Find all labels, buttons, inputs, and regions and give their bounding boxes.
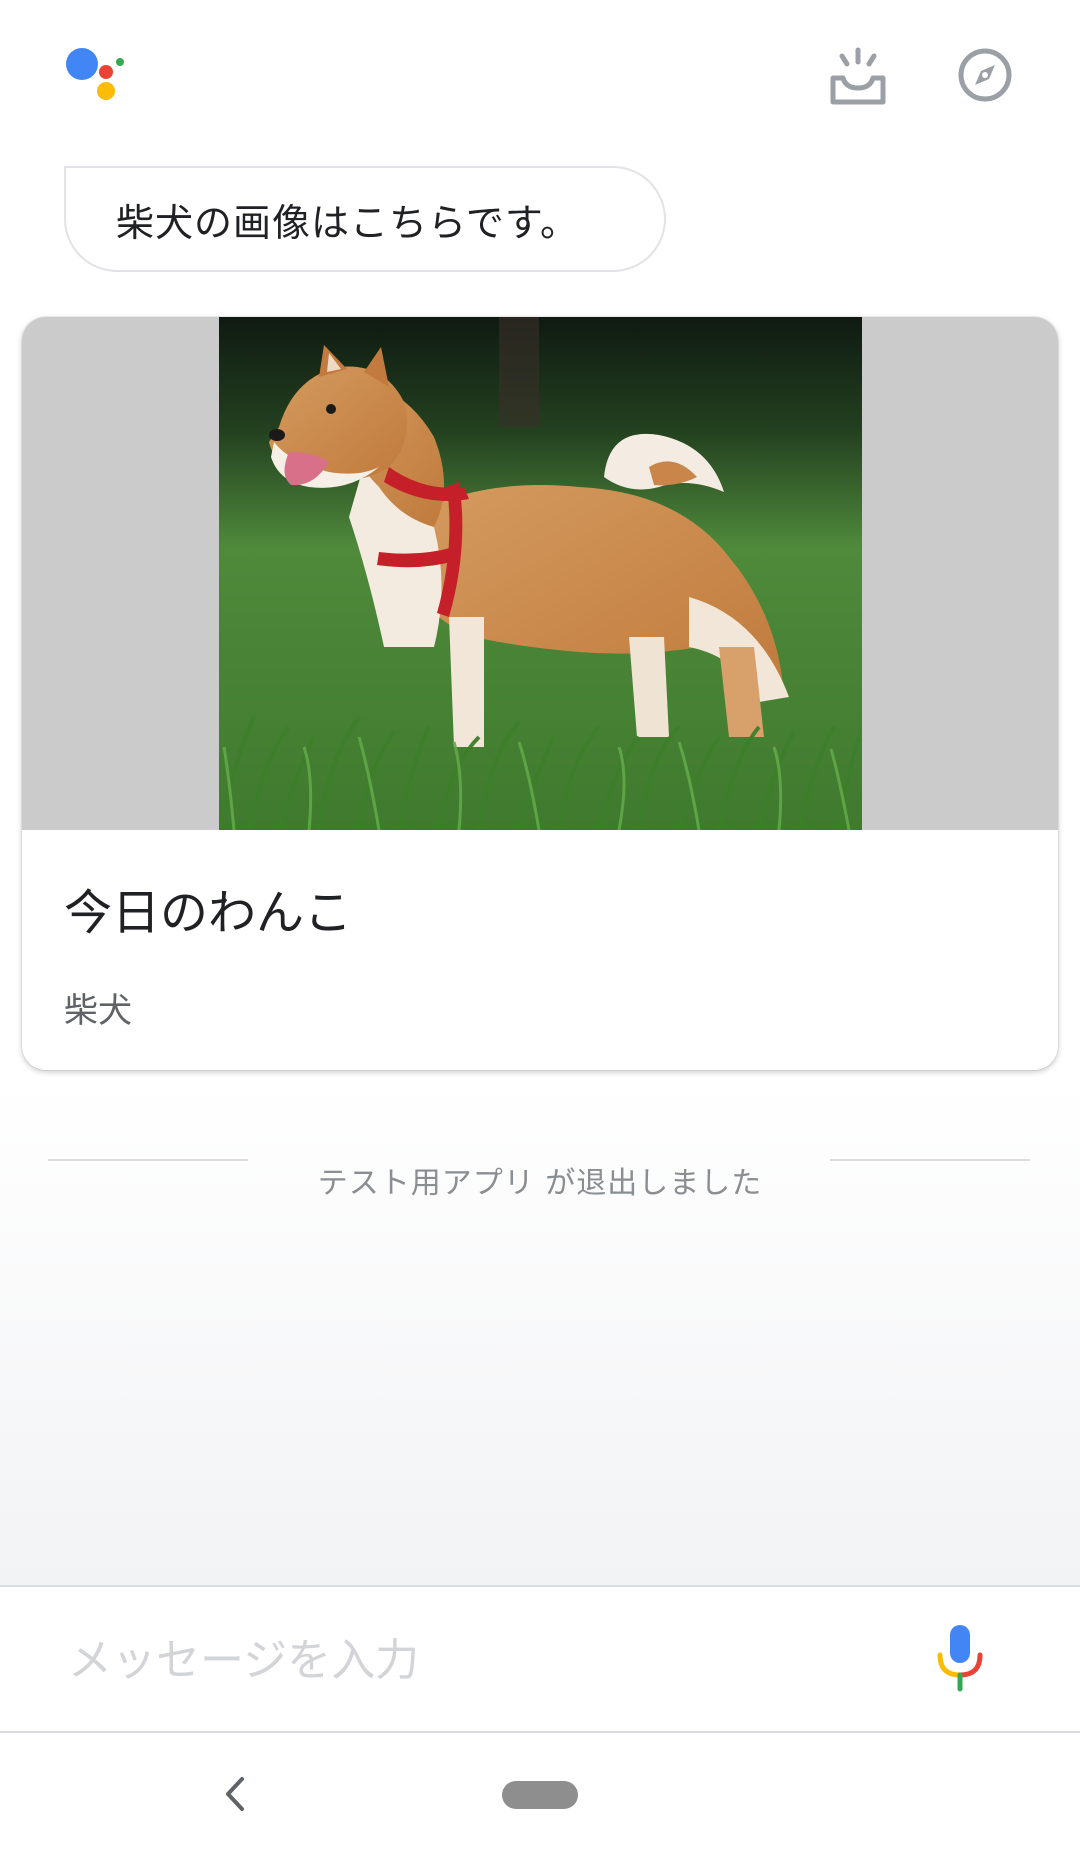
assistant-message-bubble: 柴犬の画像はこちらです。 <box>64 166 666 272</box>
assistant-message-text: 柴犬の画像はこちらです。 <box>116 200 580 245</box>
logo-dot-yellow <box>97 82 115 100</box>
divider-right <box>830 1159 1030 1161</box>
logo-dot-blue <box>66 48 98 80</box>
back-chevron-icon <box>226 1777 244 1811</box>
shiba-inu-dog-photo <box>219 317 862 830</box>
card-subtitle: 柴犬 <box>64 991 132 1031</box>
updates-button[interactable] <box>823 40 893 110</box>
logo-dot-green <box>116 58 124 66</box>
basic-card: 今日のわんこ 柴犬 <box>22 317 1058 1070</box>
mic-button[interactable] <box>930 1617 990 1701</box>
top-bar <box>0 0 1080 150</box>
app-exit-notice: テスト用アプリ が退出しました <box>317 1166 763 1201</box>
microphone-icon <box>937 1625 983 1692</box>
home-pill-icon[interactable] <box>502 1781 578 1809</box>
system-nav-bar <box>0 1733 1080 1857</box>
message-input[interactable] <box>66 1617 910 1703</box>
card-title: 今日のわんこ <box>64 885 353 941</box>
input-bar <box>0 1585 1080 1733</box>
card-image-area <box>22 317 1058 830</box>
google-assistant-logo <box>62 44 132 104</box>
logo-dot-red <box>99 65 113 79</box>
back-button[interactable] <box>212 1769 258 1819</box>
updates-inbox-icon <box>830 47 886 105</box>
explore-button[interactable] <box>950 40 1020 110</box>
explore-compass-icon <box>958 48 1012 102</box>
